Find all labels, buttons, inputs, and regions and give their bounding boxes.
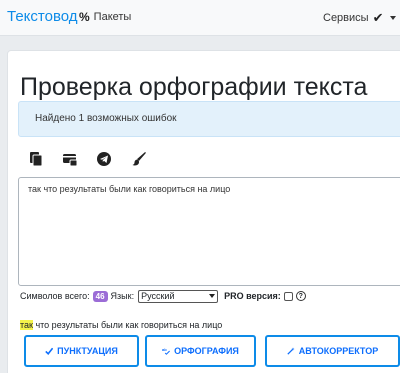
main-card: Проверка орфографии текста Найдено 1 воз… [7,50,400,373]
autocorrect-label: АВТОКОРРЕКТОР [298,346,379,356]
spelling-label: ОРФОГРАФИЯ [174,346,239,356]
error-highlight[interactable]: так [20,320,33,330]
errors-alert: Найдено 1 возможных ошибок [18,101,400,137]
check-icon: ✔ [372,10,384,25]
language-value: Русский [141,291,175,301]
pro-label: PRO версия: [224,291,281,301]
telegram-icon[interactable] [96,151,112,167]
result-rest: что результаты были как говориться на ли… [32,320,223,330]
nav-packets-label: Пакеты [93,11,132,23]
chars-label: Символов всего: [20,291,90,301]
language-select[interactable]: Русский [138,289,219,303]
card-icon[interactable] [62,151,78,167]
spellcheck-icon: ab [162,347,171,355]
navbar: Текстовод % Пакеты Сервисы ✔ [0,0,400,36]
nav-services-label: Сервисы [323,12,369,24]
lang-label: Язык: [110,291,135,301]
magic-wand-icon [287,347,295,355]
chars-count-badge: 46 [92,290,108,302]
nav-services-dropdown[interactable]: Сервисы ✔ [323,10,397,26]
page-title: Проверка орфографии текста [20,73,368,101]
autocorrect-button[interactable]: АВТОКОРРЕКТОР [265,335,400,367]
punctuation-button[interactable]: ПУНКТУАЦИЯ [24,335,139,367]
text-editor[interactable]: так что результаты были как говориться н… [18,177,400,286]
copy-icon[interactable] [28,151,44,167]
punctuation-label: ПУНКТУАЦИЯ [57,346,118,356]
brand-logo[interactable]: Текстовод [7,8,78,25]
percent-icon: % [79,10,90,24]
nav-packets[interactable]: % Пакеты [79,10,131,24]
chevron-down-icon [209,294,216,298]
stats-row: Символов всего: 46 Язык: Русский PRO вер… [20,289,306,303]
spelling-button[interactable]: ab ОРФОГРАФИЯ [145,335,256,367]
result-text: так что результаты были как говориться н… [20,320,222,330]
caret-down-icon [390,16,397,20]
check-icon [45,347,54,355]
help-icon[interactable]: ? [295,291,306,301]
pro-checkbox[interactable] [283,291,293,301]
svg-text:ab: ab [162,347,167,352]
brush-icon[interactable] [131,151,147,167]
